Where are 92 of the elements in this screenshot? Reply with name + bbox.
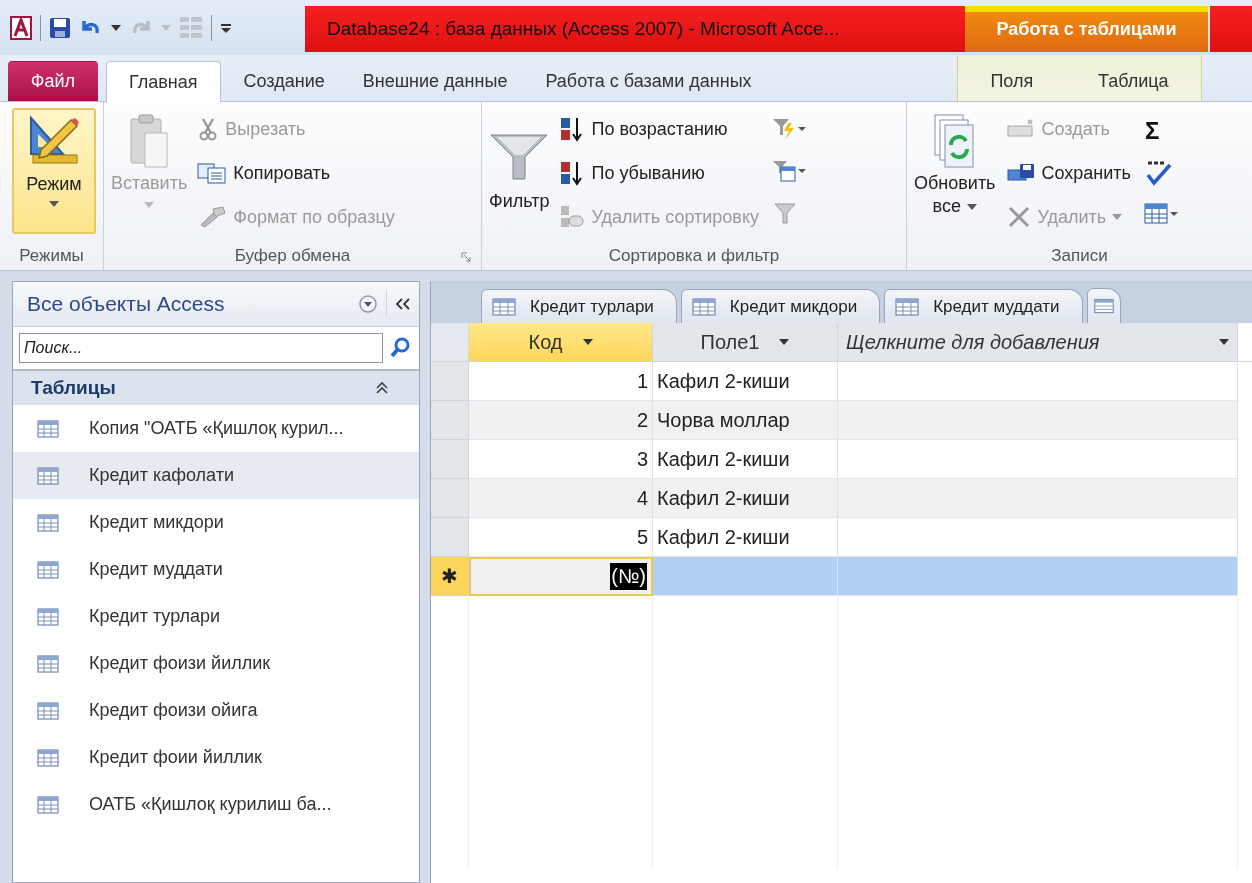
sort-ascending-button[interactable]: По возрастанию [556, 108, 762, 150]
dialog-launcher-icon[interactable] [461, 252, 471, 262]
group-label: Буфер обмена [234, 246, 351, 266]
table-icon [37, 607, 59, 626]
ribbon-tab[interactable]: Поля [975, 61, 1049, 101]
table-icon [37, 560, 59, 579]
document-tab[interactable]: Кредит турлари [481, 289, 677, 323]
table-icon [492, 297, 516, 316]
caret-icon[interactable] [1219, 339, 1229, 345]
ribbon-tab[interactable]: Файл [8, 61, 98, 101]
table-cell: 5 [469, 518, 653, 557]
table-icon [37, 701, 59, 720]
save-record-icon [1005, 162, 1036, 184]
autonumber-placeholder: (№) [610, 563, 647, 590]
nav-pane-title[interactable]: Все объекты Access [27, 292, 350, 316]
new-record-marker: ✱ [431, 557, 469, 596]
nav-item[interactable]: Кредит фоизи йиллик [13, 640, 419, 687]
ribbon-tab[interactable]: Главная [106, 61, 221, 102]
table-cell: Чорва моллар [653, 401, 838, 440]
copy-icon [197, 162, 228, 184]
nav-item[interactable]: Копия "ОАТБ «Қишлоқ курил... [13, 405, 419, 452]
filter-button[interactable]: Фильтр [486, 108, 553, 234]
title-bar [1210, 6, 1252, 52]
collapse-double-chevron-icon[interactable] [395, 297, 411, 311]
save-icon[interactable] [49, 16, 71, 39]
column-header[interactable]: Код [469, 323, 653, 362]
caret-icon [1112, 214, 1123, 220]
eraser-icon [559, 204, 586, 230]
table-grid-icon[interactable] [1143, 202, 1178, 227]
customize-caret-icon[interactable] [220, 21, 232, 34]
table-cell: 2 [469, 401, 653, 440]
document-tab[interactable] [1086, 288, 1121, 323]
table-cell: Кафил 2-киши [653, 440, 838, 479]
group-label: Режимы [19, 246, 84, 267]
nav-item[interactable]: Кредит кафолати [13, 452, 419, 499]
access-logo-icon [10, 15, 32, 40]
ribbon-tab[interactable]: Внешние данные [347, 61, 523, 101]
table-icon [37, 748, 59, 767]
collapse-chevron-icon[interactable] [375, 381, 389, 395]
caret-icon [49, 201, 59, 207]
table-cell: Кафил 2-киши [653, 362, 838, 401]
table-icon [37, 513, 59, 532]
search-field[interactable]: Поиск... [19, 333, 383, 363]
caret-icon[interactable] [582, 339, 593, 345]
totals-button[interactable]: Σ [1143, 115, 1178, 146]
table-icon [37, 795, 59, 814]
table-cell: 4 [469, 479, 653, 518]
document-tab[interactable]: Кредит муддати [884, 289, 1083, 323]
nav-item[interactable]: Кредит микдори [13, 499, 419, 546]
table-icon [691, 297, 716, 316]
new-record-icon [1005, 118, 1036, 140]
advanced-filter-icon[interactable] [772, 117, 806, 141]
table-icon [37, 654, 59, 673]
document-tab[interactable]: Кредит микдори [680, 289, 881, 323]
search-icon[interactable] [389, 337, 411, 359]
table-icon [37, 466, 59, 485]
group-label: Записи [1051, 246, 1108, 267]
group-header[interactable]: Таблицы [13, 371, 419, 405]
new-record-cell[interactable]: (№) [469, 557, 653, 596]
table-icon [895, 297, 920, 316]
caret-icon [966, 203, 977, 210]
caret-icon[interactable] [111, 24, 121, 31]
column-header[interactable]: Поле1 [653, 323, 838, 362]
nav-item[interactable]: Кредит фоизи ойига [13, 687, 419, 734]
column-header[interactable]: Щелкните для добавления [838, 323, 1238, 362]
group-header-title: Таблицы [31, 377, 116, 399]
view-mode-button[interactable]: Режим [12, 108, 96, 234]
table-cell: Кафил 2-киши [653, 479, 838, 518]
context-group-title: Работа с таблицами [996, 18, 1177, 40]
window-title: Database24 : база данных (Access 2007) - Microsoft Acce... [327, 18, 840, 40]
copy-button[interactable]: Копировать [194, 152, 398, 194]
table-cell: 1 [469, 362, 653, 401]
nav-item[interactable]: Кредит муддати [13, 546, 419, 593]
nav-item[interactable]: Кредит фоии йиллик [13, 734, 419, 781]
dropdown-circle-icon[interactable] [358, 294, 378, 314]
ribbon-tab[interactable]: Работа с базами данных [530, 61, 767, 101]
group-label: Сортировка и фильтр [608, 246, 780, 267]
caret-icon [144, 202, 155, 208]
table-icon [1093, 297, 1114, 315]
nav-item[interactable]: Кредит турлари [13, 593, 419, 640]
design-ruler-pencil-icon [27, 114, 81, 166]
save-record-button[interactable]: Сохранить [1002, 152, 1134, 194]
table-icon [37, 419, 59, 438]
ribbon-tab[interactable]: Создание [228, 61, 340, 101]
sort-descending-button[interactable]: По убыванию [556, 152, 762, 194]
filter-options-icon[interactable] [772, 159, 806, 183]
nav-item[interactable]: ОАТБ «Қишлоқ курилиш ба... [13, 781, 419, 828]
ribbon-tab[interactable]: Таблица [1083, 61, 1184, 101]
table-cell: 3 [469, 440, 653, 479]
caret-icon[interactable] [779, 339, 790, 345]
refresh-all-button[interactable]: Обновить все [911, 108, 999, 234]
table-cell: Кафил 2-киши [653, 518, 838, 557]
